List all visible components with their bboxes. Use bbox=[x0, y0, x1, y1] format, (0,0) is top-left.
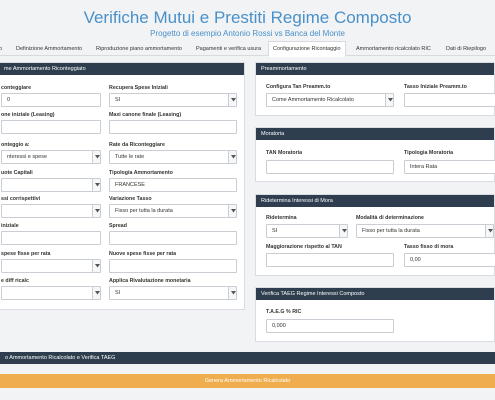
quote-capitali-label: uote Capitali bbox=[1, 170, 33, 176]
ridetermina-label: Ridetermina bbox=[266, 215, 297, 221]
chevron-down-icon bbox=[92, 287, 100, 299]
maggiorazione-tan-field[interactable] bbox=[266, 253, 394, 267]
ridetermina-select[interactable]: SI bbox=[266, 224, 348, 238]
modalita-determinazione-label: Modalità di determinazione bbox=[356, 215, 424, 221]
modalita-determinazione-select[interactable]: Fisso per tutta la durata bbox=[356, 224, 494, 238]
tasso-iniziale-preamm-field[interactable] bbox=[404, 93, 495, 107]
spread-field[interactable] bbox=[109, 231, 237, 245]
tan-moratoria-field[interactable] bbox=[266, 160, 394, 174]
maxi-canone-label: Maxi canone finale (Leasing) bbox=[109, 112, 182, 118]
nuove-spese-fisse-field[interactable] bbox=[109, 259, 237, 273]
tab-pagamenti-usura[interactable]: Pagamenti e verifica usura bbox=[196, 42, 261, 56]
tab-definizione-ammortamento[interactable]: Definizione Ammortamento bbox=[16, 42, 82, 56]
nuove-spese-fisse-label: Nuove spese fisse per rata bbox=[109, 251, 177, 257]
maggiorazione-tan-label: Maggiorazione rispetto al TAN bbox=[266, 244, 342, 250]
tasso-fisso-mora-label: Tasso fisso di mora bbox=[404, 244, 454, 250]
preammortamento-panel: Preammortamento Configura Tan Preamm.to … bbox=[255, 62, 495, 116]
modalita-determinazione-value: Fisso per tutta la durata bbox=[362, 228, 420, 234]
quote-capitali-select[interactable] bbox=[1, 178, 101, 192]
chevron-down-icon bbox=[228, 287, 236, 299]
ammortamento-ricontaggiato-panel: me Ammortamento Riconteggiato conteggiar… bbox=[0, 62, 245, 310]
recupera-spese-select[interactable]: SI bbox=[109, 93, 237, 107]
configura-tan-value: Come Ammortamento Ricalcolato bbox=[272, 97, 354, 103]
configura-tan-select[interactable]: Come Ammortamento Ricalcolato bbox=[266, 93, 394, 107]
genera-ammortamento-button[interactable]: Genera Ammortamento Ricalcolato bbox=[0, 374, 495, 388]
spread-label: Spread bbox=[109, 223, 127, 229]
taeg-field[interactable]: 0,000 bbox=[266, 319, 394, 333]
tasso-iniziale-field[interactable] bbox=[1, 231, 101, 245]
recupera-spese-value: SI bbox=[115, 97, 121, 103]
chevron-down-icon bbox=[339, 225, 347, 237]
variazione-tasso-value: Fisso per tutta la durata bbox=[115, 208, 173, 214]
chevron-down-icon bbox=[92, 260, 100, 272]
diff-ricalc-label: e diff ricalc bbox=[1, 278, 29, 284]
recupera-spese-label: Recupera Spese Iniziali bbox=[109, 85, 168, 91]
variazione-tasso-label: Variazione Tasso bbox=[109, 196, 152, 202]
panel-title: me Ammortamento Riconteggiato bbox=[0, 63, 244, 75]
chevron-down-icon bbox=[92, 151, 100, 163]
spese-fisse-rata-label: spese fisse per rata bbox=[1, 251, 51, 257]
spese-fisse-rata-select[interactable] bbox=[1, 259, 101, 273]
tab-bar: o Definizione Ammortamento Riproduzione … bbox=[0, 40, 495, 57]
rate-ricontaggiare-label: Rate da Riconteggiare bbox=[109, 142, 165, 148]
diff-ricalc-select[interactable] bbox=[1, 286, 101, 300]
rivalutazione-value: SI bbox=[115, 290, 121, 296]
tasso-fisso-mora-field[interactable]: 0,00 bbox=[404, 253, 495, 267]
canone-iniziale-label: one iniziale (Leasing) bbox=[1, 112, 55, 118]
taeg-label: T.A.E.G % RIC bbox=[266, 309, 302, 315]
chevron-down-icon bbox=[485, 225, 493, 237]
chevron-down-icon bbox=[385, 94, 393, 106]
tasso-iniziale-preamm-label: Tasso Iniziale Preamm.to bbox=[404, 84, 467, 90]
chevron-down-icon bbox=[228, 94, 236, 106]
page-subtitle: Progetto di esempio Antonio Rossi vs Ban… bbox=[150, 29, 345, 38]
moratoria-panel: Moratoria TAN Moratoria Tipologia Morato… bbox=[255, 127, 495, 182]
variazione-tasso-select[interactable]: Fisso per tutta la durata bbox=[109, 204, 237, 218]
rivalutazione-label: Applica Rivalutazione monetaria bbox=[109, 278, 191, 284]
configura-tan-label: Configura Tan Preamm.to bbox=[266, 84, 331, 90]
ridetermina-value: SI bbox=[272, 228, 278, 234]
ridetermina-mora-panel: Ridetermina Interessi di Mora Ridetermin… bbox=[255, 194, 495, 276]
ricontaggiare-label: conteggiare bbox=[1, 85, 32, 91]
tab-ammortamento-ricalcolato[interactable]: Ammortamento ricalcolato RIC bbox=[356, 42, 431, 56]
ammortamento-ricalcolato-bar: o Ammortamento Ricalcolato e Verifica TA… bbox=[0, 352, 495, 364]
tipologia-ammortamento-field[interactable]: FRANCESE bbox=[109, 178, 237, 192]
ricontaggio-a-value: nteressi e spese bbox=[7, 154, 48, 160]
ricontaggio-a-select[interactable]: nteressi e spese bbox=[1, 150, 101, 164]
tipologia-moratoria-field[interactable]: Intera Rata bbox=[404, 160, 495, 174]
tab-riproduzione-piano[interactable]: Riproduzione piano ammortamento bbox=[96, 42, 182, 56]
tipologia-ammortamento-label: Tipologia Ammortamento bbox=[109, 170, 173, 176]
tipologia-moratoria-label: Tipologia Moratoria bbox=[404, 150, 454, 156]
rate-ricontaggiare-value: Tutte le rate bbox=[115, 154, 145, 160]
tab-dati-riepilogo[interactable]: Dati di Riepilogo bbox=[446, 42, 486, 56]
chevron-down-icon bbox=[228, 205, 236, 217]
page-title: Verifiche Mutui e Prestiti Regime Compos… bbox=[83, 8, 412, 27]
tab-configurazione-ricontaggio[interactable]: Configurazione Ricontaggio bbox=[268, 41, 346, 57]
maxi-canone-field[interactable] bbox=[109, 120, 237, 134]
tassi-corrispettivi-label: ssi corrispettivi bbox=[1, 196, 41, 202]
preammortamento-title: Preammortamento bbox=[256, 63, 494, 75]
chevron-down-icon bbox=[92, 179, 100, 191]
ridetermina-title: Ridetermina Interessi di Mora bbox=[256, 195, 494, 207]
ricontaggiare-field[interactable]: 0 bbox=[1, 93, 101, 107]
tab-overview[interactable]: o bbox=[0, 42, 2, 56]
moratoria-title: Moratoria bbox=[256, 128, 494, 140]
ricontaggio-a-label: onteggio a: bbox=[1, 142, 30, 148]
tasso-iniziale-label: iniziale bbox=[1, 223, 19, 229]
chevron-down-icon bbox=[92, 205, 100, 217]
taeg-title: Verifica TAEG Regime Interessi Composto bbox=[256, 288, 494, 300]
tan-moratoria-label: TAN Moratoria bbox=[266, 150, 303, 156]
tassi-corrispettivi-select[interactable] bbox=[1, 204, 101, 218]
verifica-taeg-panel: Verifica TAEG Regime Interessi Composto … bbox=[255, 287, 495, 342]
rivalutazione-select[interactable]: SI bbox=[109, 286, 237, 300]
chevron-down-icon bbox=[228, 151, 236, 163]
rate-ricontaggiare-select[interactable]: Tutte le rate bbox=[109, 150, 237, 164]
canone-iniziale-field[interactable] bbox=[1, 120, 101, 134]
